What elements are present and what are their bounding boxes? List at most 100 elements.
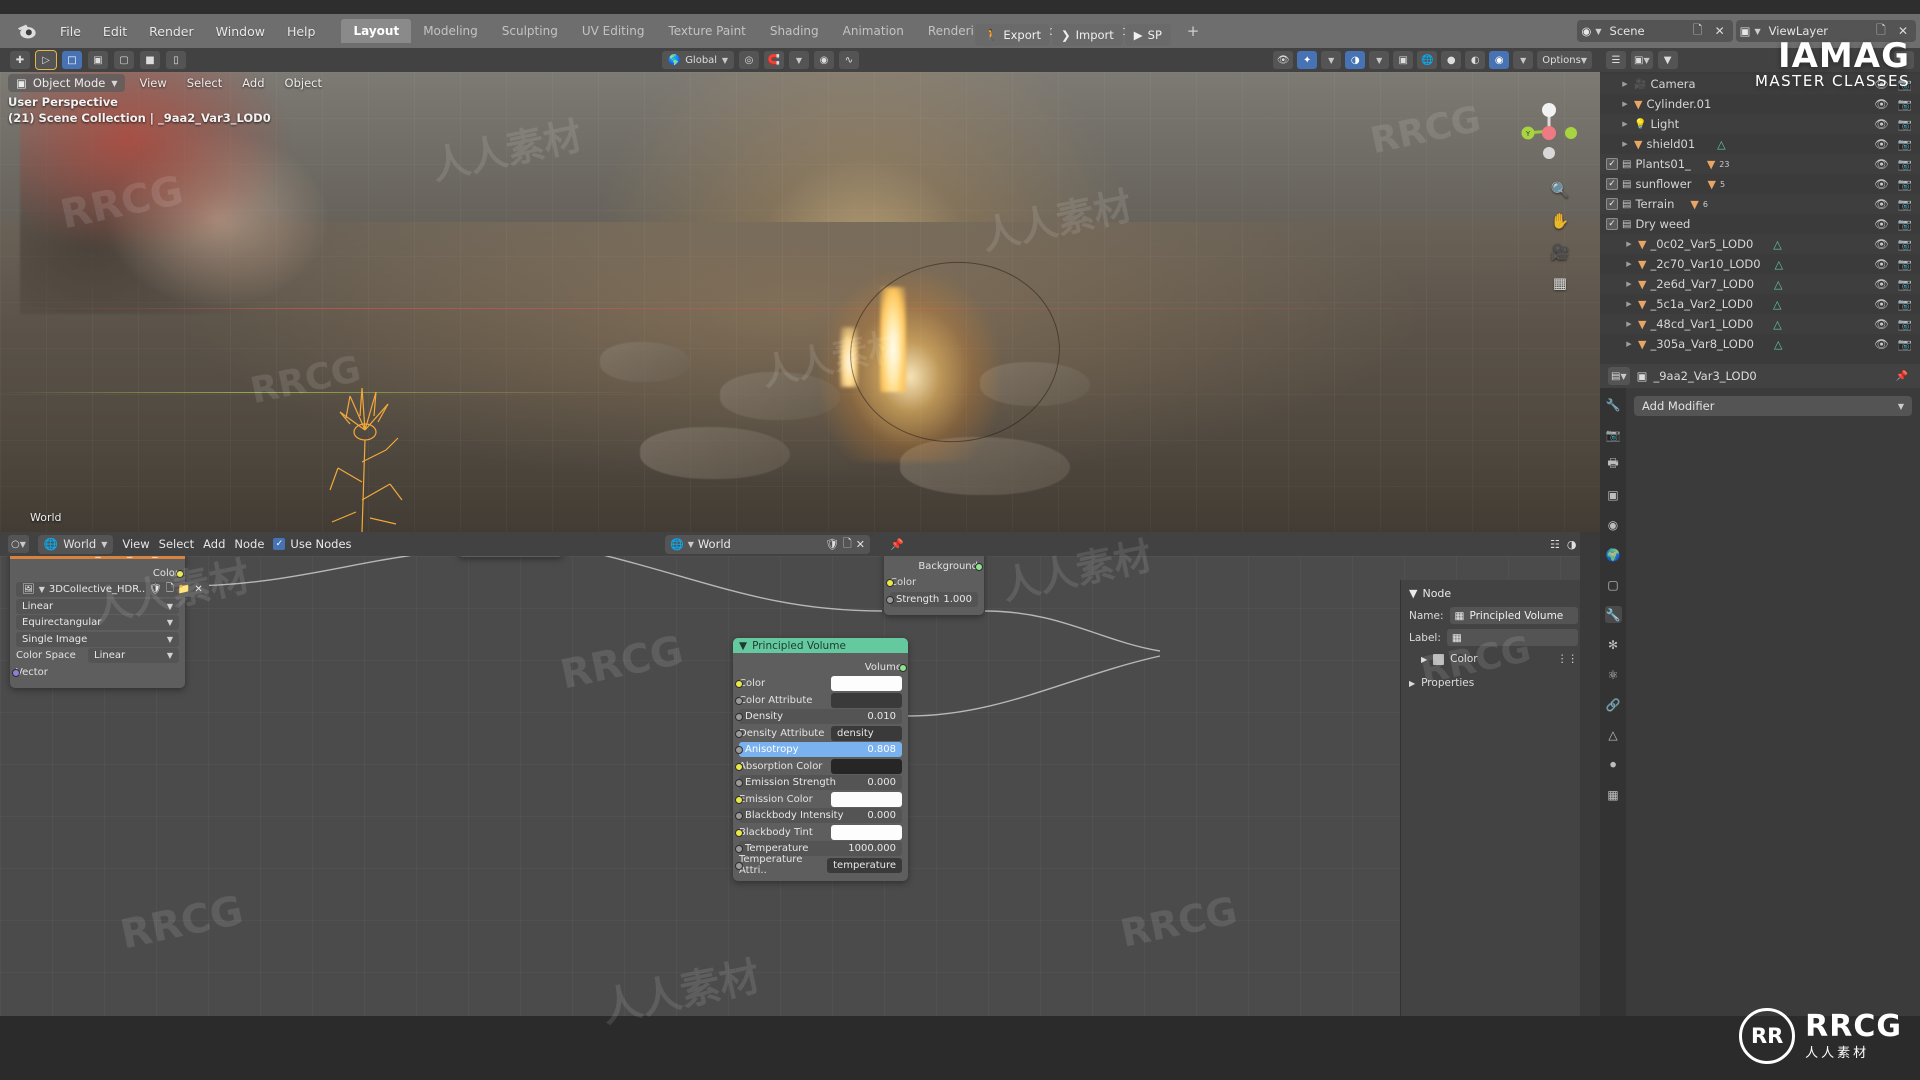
collection-checkbox[interactable]: ✓ bbox=[1606, 178, 1618, 190]
expand-arrow-icon[interactable]: ▶ bbox=[1624, 240, 1634, 248]
input-socket[interactable] bbox=[735, 713, 743, 721]
node-contrast[interactable]: Contrast0.030 bbox=[458, 556, 563, 557]
display-mode-dropdown[interactable]: ▣ ▼ bbox=[1631, 51, 1653, 69]
shader-menu-node[interactable]: Node bbox=[234, 537, 264, 551]
pv-temperature-attribute-row[interactable]: Temperature Attri.. temperature bbox=[739, 858, 902, 873]
overlays-icon[interactable]: ◑ bbox=[1567, 538, 1577, 551]
eye-icon[interactable]: 👁 bbox=[1874, 337, 1889, 351]
camera-render-icon[interactable]: 📷 bbox=[1898, 277, 1912, 291]
copy-icon[interactable]: 🗋 bbox=[166, 581, 174, 598]
node-environment-texture[interactable]: ▼ 3DCollective_HDRI_002_1704_16K.hdr Col… bbox=[10, 556, 185, 688]
input-socket[interactable] bbox=[12, 669, 20, 677]
color-swatch[interactable] bbox=[831, 792, 902, 807]
projection-dropdown[interactable]: Equirectangular▼ bbox=[16, 615, 179, 630]
node-background[interactable]: ▼ Background Background Color Strength1.… bbox=[884, 556, 984, 615]
menu-edit[interactable]: Edit bbox=[93, 21, 137, 42]
expand-arrow-icon[interactable]: ▶ bbox=[1624, 340, 1634, 348]
eye-icon[interactable]: 👁 bbox=[1874, 97, 1889, 111]
gizmo-dropdown-icon[interactable]: ▼ bbox=[1321, 51, 1341, 69]
shader-menu-add[interactable]: Add bbox=[203, 537, 225, 551]
node-panel-header[interactable]: ▼ Node bbox=[1409, 587, 1578, 600]
snap-magnet-icon[interactable]: 🧲 bbox=[764, 51, 784, 69]
pv-emission-strength-row[interactable]: Emission Strength0.000 bbox=[739, 775, 902, 790]
selected-plant-object[interactable] bbox=[310, 372, 420, 532]
color-swatch[interactable] bbox=[831, 759, 902, 774]
toggle-perspective-icon[interactable]: ▦ bbox=[1550, 273, 1570, 293]
node-canvas[interactable]: ▼ 3DCollective_HDRI_002_1704_16K.hdr Col… bbox=[0, 556, 1600, 1016]
collection-checkbox[interactable]: ✓ bbox=[1606, 198, 1618, 210]
tab-sculpting[interactable]: Sculpting bbox=[490, 19, 570, 43]
tab-animation[interactable]: Animation bbox=[831, 19, 916, 43]
pv-anisotropy-row[interactable]: Anisotropy0.808 bbox=[739, 742, 902, 757]
input-socket[interactable] bbox=[735, 812, 743, 820]
input-socket[interactable] bbox=[735, 697, 743, 705]
viewport-menu-add[interactable]: Add bbox=[236, 74, 270, 92]
menu-file[interactable]: File bbox=[50, 21, 91, 42]
viewport-menu-select[interactable]: Select bbox=[181, 74, 228, 92]
eye-icon[interactable]: 👁 bbox=[1874, 197, 1889, 211]
shading-dropdown-icon[interactable]: ▼ bbox=[1513, 51, 1533, 69]
camera-render-icon[interactable]: 📷 bbox=[1898, 197, 1912, 211]
outliner-row-mesh[interactable]: ▶ ▼ _48cd_Var1_LOD0 △ 👁📷 bbox=[1600, 314, 1920, 334]
outliner-row-dry-weed[interactable]: ✓ ▤ Dry weed 👁📷 bbox=[1600, 214, 1920, 234]
collapse-arrow-icon[interactable]: ▼ bbox=[1409, 587, 1417, 600]
camera-render-icon[interactable]: 📷 bbox=[1898, 157, 1912, 171]
select-mode-intersect-icon[interactable]: ▯ bbox=[166, 51, 186, 69]
camera-render-icon[interactable]: 📷 bbox=[1898, 297, 1912, 311]
node-header[interactable]: ▼ Principled Volume bbox=[733, 638, 908, 653]
show-gizmo-icon[interactable]: ✦ bbox=[1297, 51, 1317, 69]
properties-subpanel[interactable]: ▶ Properties bbox=[1409, 677, 1578, 689]
outliner-row-plants01[interactable]: ✓ ▤ Plants01_ ▼ 23 👁📷 bbox=[1600, 154, 1920, 174]
source-dropdown[interactable]: Single Image▼ bbox=[16, 632, 179, 647]
menu-window[interactable]: Window bbox=[206, 21, 275, 42]
tab-world-icon[interactable]: 🌍 bbox=[1605, 546, 1622, 563]
pv-emission-color-row[interactable]: Emission Color bbox=[739, 792, 902, 807]
collapse-arrow-icon[interactable]: ▼ bbox=[16, 556, 24, 558]
color-space-row[interactable]: Color Space Linear▼ bbox=[16, 648, 179, 663]
outliner-row-mesh[interactable]: ▶ ▼ _5c1a_Var2_LOD0 △ 👁📷 bbox=[1600, 294, 1920, 314]
shader-type-dropdown[interactable]: 🌐 World ▼ bbox=[38, 535, 113, 554]
select-mode-new-icon[interactable]: □ bbox=[62, 51, 82, 69]
proportional-falloff-icon[interactable]: ∿ bbox=[839, 51, 859, 69]
outliner-row-light[interactable]: ▶ 💡 Light 👁📷 bbox=[1600, 114, 1920, 134]
viewport-menu-object[interactable]: Object bbox=[279, 74, 328, 92]
background-strength-row[interactable]: Strength1.000 bbox=[890, 592, 978, 607]
input-socket[interactable] bbox=[735, 796, 743, 804]
color-subpanel[interactable]: ▶ Color ⋮⋮ bbox=[1421, 653, 1578, 665]
outliner-row-sunflower[interactable]: ✓ ▤ sunflower ▼ 5 👁📷 bbox=[1600, 174, 1920, 194]
output-socket[interactable] bbox=[899, 664, 907, 672]
unlink-world-icon[interactable]: ✕ bbox=[856, 538, 865, 551]
menu-render[interactable]: Render bbox=[139, 21, 204, 42]
cursor-tool-icon[interactable]: ✚ bbox=[10, 51, 30, 69]
pv-blackbody-intensity-row[interactable]: Blackbody Intensity0.000 bbox=[739, 808, 902, 823]
snap-icon[interactable]: ☷ bbox=[1550, 538, 1560, 551]
scene-selector[interactable]: ◉ ▼ Scene 🗋 ✕ bbox=[1577, 20, 1732, 42]
input-socket[interactable] bbox=[735, 730, 743, 738]
tab-modifier-icon[interactable]: 🔧 bbox=[1605, 606, 1622, 623]
output-socket[interactable] bbox=[975, 563, 983, 571]
pv-color-attribute-row[interactable]: Color Attribute bbox=[739, 693, 902, 708]
camera-render-icon[interactable]: 📷 bbox=[1898, 217, 1912, 231]
output-socket[interactable] bbox=[176, 570, 184, 578]
expand-arrow-icon[interactable]: ▶ bbox=[1620, 80, 1630, 88]
menu-help[interactable]: Help bbox=[277, 21, 326, 42]
expand-arrow-icon[interactable]: ▶ bbox=[1421, 655, 1427, 664]
add-workspace-button[interactable]: + bbox=[1178, 20, 1209, 42]
expand-arrow-icon[interactable]: ▶ bbox=[1620, 120, 1630, 128]
node-principled-volume[interactable]: ▼ Principled Volume Volume Color bbox=[733, 638, 908, 881]
pv-absorption-color-row[interactable]: Absorption Color bbox=[739, 759, 902, 774]
visibility-selectability-icon[interactable]: 👁 bbox=[1273, 51, 1293, 69]
eye-icon[interactable]: 👁 bbox=[1874, 257, 1889, 271]
tab-modeling[interactable]: Modeling bbox=[411, 19, 490, 43]
export-button[interactable]: 🚶 Export bbox=[975, 24, 1050, 46]
tab-particles-icon[interactable]: ✻ bbox=[1605, 636, 1622, 653]
input-socket[interactable] bbox=[735, 845, 743, 853]
outliner-filter-icon[interactable]: ▼ bbox=[1658, 51, 1678, 69]
eye-icon[interactable]: 👁 bbox=[1874, 177, 1889, 191]
expand-arrow-icon[interactable]: ▶ bbox=[1620, 100, 1630, 108]
pv-density-row[interactable]: Density0.010 bbox=[739, 709, 902, 724]
transform-orientation-dropdown[interactable]: 🌎 Global ▼ bbox=[662, 51, 734, 69]
eye-icon[interactable]: 👁 bbox=[1874, 217, 1889, 231]
shading-wireframe-icon[interactable]: 🌐 bbox=[1417, 51, 1437, 69]
color-swatch[interactable] bbox=[831, 676, 902, 691]
